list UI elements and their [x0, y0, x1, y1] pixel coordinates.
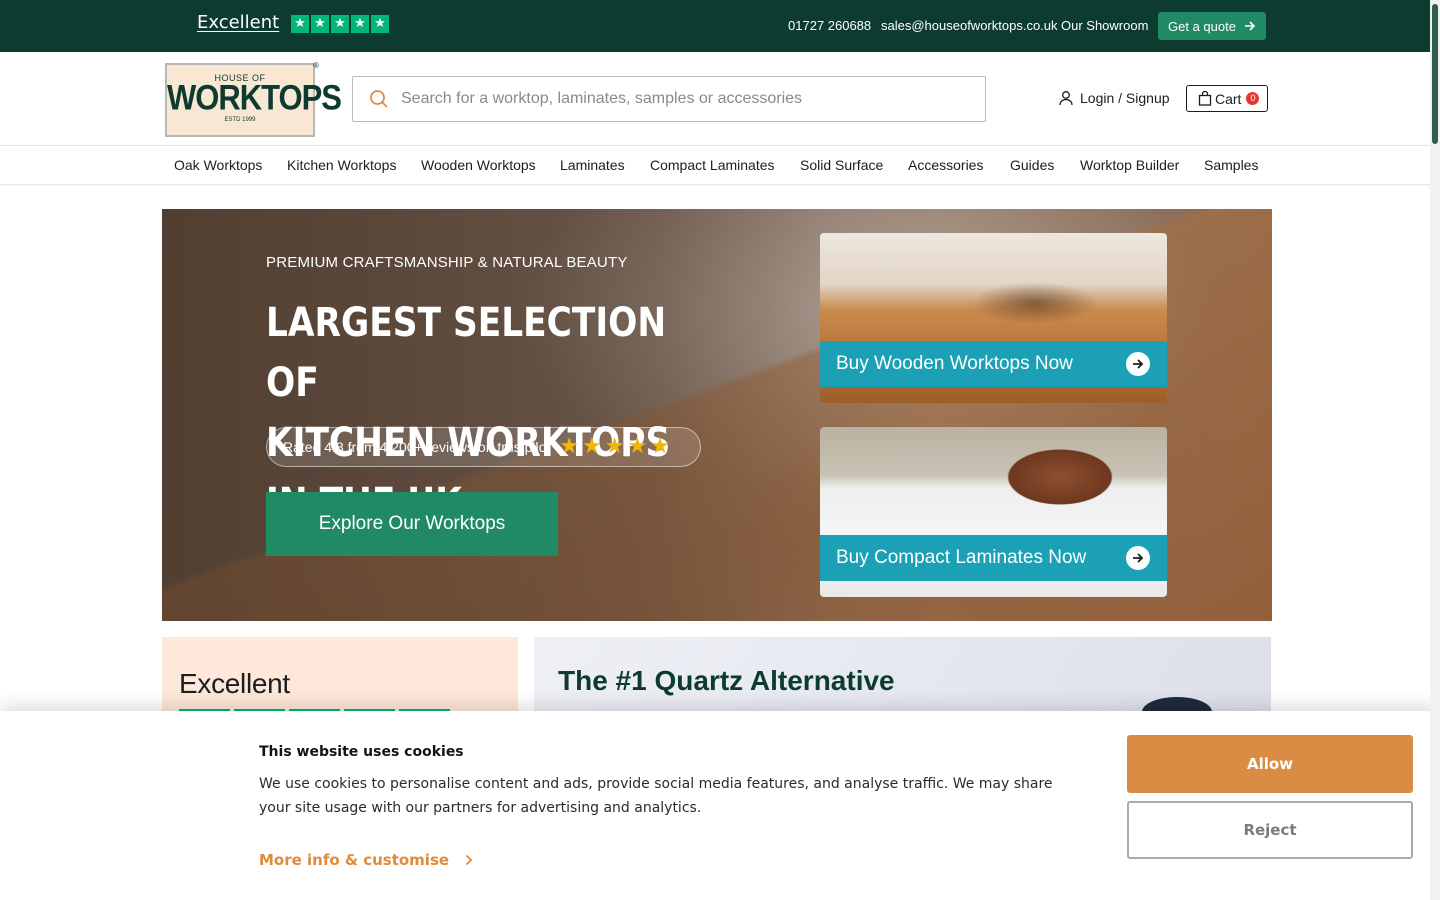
star-icon: ★: [351, 15, 369, 33]
login-signup-link[interactable]: Login / Signup: [1058, 90, 1170, 106]
hero-title-line-1: LARGEST SELECTION OF: [266, 300, 667, 406]
nav-item-oak-worktops[interactable]: Oak Worktops: [174, 157, 262, 173]
promo-compact-laminates[interactable]: Buy Compact Laminates Now: [820, 427, 1167, 597]
nav-item-kitchen-worktops[interactable]: Kitchen Worktops: [287, 157, 396, 173]
search-box[interactable]: [352, 76, 986, 122]
star-icon: ★: [559, 434, 580, 459]
arrow-right-icon: [1126, 546, 1150, 570]
star-icon: ★: [291, 15, 309, 33]
login-label: Login / Signup: [1080, 90, 1170, 106]
promo-compact-bar: Buy Compact Laminates Now: [820, 535, 1167, 581]
rating-text: Rated 4.8 from 4,200+ reviews on trustpi…: [283, 439, 551, 455]
star-icon: ★: [582, 434, 602, 459]
logo-main-text: WORKTOPS: [167, 77, 342, 118]
cart-label: Cart: [1215, 90, 1242, 107]
star-icon: ★: [311, 15, 329, 33]
search-input[interactable]: [401, 90, 961, 108]
rating-stars: ★ ★ ★ ★ ★: [559, 436, 670, 458]
cookie-body: We use cookies to personalise content an…: [259, 776, 1053, 816]
explore-worktops-button[interactable]: Explore Our Worktops: [266, 492, 558, 556]
star-icon: ★: [371, 15, 389, 33]
cookie-more-info-link[interactable]: More info & customise: [259, 851, 473, 869]
page-scrollbar-thumb[interactable]: [1432, 4, 1438, 144]
excellent-card-title: Excellent: [179, 668, 290, 699]
quartz-card-title: The #1 Quartz Alternative: [558, 665, 895, 696]
nav-item-compact-laminates[interactable]: Compact Laminates: [650, 157, 775, 173]
nav-item-accessories[interactable]: Accessories: [908, 157, 983, 173]
promo-wood-bar: Buy Wooden Worktops Now: [820, 341, 1167, 387]
hero-kicker: PREMIUM CRAFTSMANSHIP & NATURAL BEAUTY: [266, 254, 628, 271]
promo-wood-label: Buy Wooden Worktops Now: [836, 353, 1073, 374]
get-quote-label: Get a quote: [1168, 18, 1236, 34]
get-quote-button[interactable]: Get a quote: [1158, 12, 1266, 40]
email-link[interactable]: sales@houseofworktops.co.uk: [881, 18, 1058, 33]
top-bar: Excellent ★ ★ ★ ★ ★ 01727 260688 sales@h…: [0, 0, 1440, 52]
cookie-reject-button[interactable]: Reject: [1127, 801, 1413, 859]
promo-compact-label: Buy Compact Laminates Now: [836, 547, 1087, 568]
site-header: HOUSE OF WORKTOPS ESTD 1999 ® Login / Si…: [0, 52, 1440, 146]
user-icon: [1059, 91, 1073, 106]
arrow-right-icon: [1126, 352, 1150, 376]
registered-mark: ®: [313, 61, 319, 70]
cookie-title: This website uses cookies: [259, 744, 464, 760]
logo-est-text: ESTD 1999: [224, 117, 256, 123]
star-icon: ★: [650, 434, 670, 459]
cookie-allow-button[interactable]: Allow: [1127, 735, 1413, 793]
search-icon: [370, 90, 388, 108]
main-nav: Oak Worktops Kitchen Worktops Wooden Wor…: [0, 146, 1440, 185]
nav-item-laminates[interactable]: Laminates: [560, 157, 625, 173]
nav-item-wooden-worktops[interactable]: Wooden Worktops: [421, 157, 536, 173]
star-icon: ★: [331, 15, 349, 33]
star-icon: ★: [627, 434, 648, 459]
trustpilot-stars: ★ ★ ★ ★ ★: [291, 15, 389, 33]
shopping-bag-icon: [1198, 91, 1212, 106]
nav-item-solid-surface[interactable]: Solid Surface: [800, 157, 883, 173]
chevron-right-icon: [465, 854, 473, 866]
cart-button[interactable]: Cart 0: [1186, 85, 1268, 112]
cookie-more-label: More info & customise: [259, 851, 450, 869]
promo-wooden-worktops[interactable]: Buy Wooden Worktops Now: [820, 233, 1167, 403]
arrow-right-icon: [1244, 21, 1256, 31]
trustpilot-rating-link[interactable]: Excellent: [197, 12, 279, 33]
hero-banner: PREMIUM CRAFTSMANSHIP & NATURAL BEAUTY L…: [162, 209, 1272, 621]
trustpilot-rating-pill[interactable]: Rated 4.8 from 4,200+ reviews on trustpi…: [266, 427, 701, 467]
showroom-link[interactable]: Our Showroom: [1061, 18, 1148, 33]
nav-item-samples[interactable]: Samples: [1204, 157, 1258, 173]
nav-item-worktop-builder[interactable]: Worktop Builder: [1080, 157, 1179, 173]
phone-link[interactable]: 01727 260688: [788, 18, 871, 33]
site-logo[interactable]: HOUSE OF WORKTOPS ESTD 1999 ®: [165, 61, 342, 137]
nav-item-guides[interactable]: Guides: [1010, 157, 1054, 173]
cookie-banner: This website uses cookies We use cookies…: [0, 711, 1440, 900]
star-icon: ★: [604, 434, 625, 459]
cart-count-badge: 0: [1246, 92, 1260, 105]
